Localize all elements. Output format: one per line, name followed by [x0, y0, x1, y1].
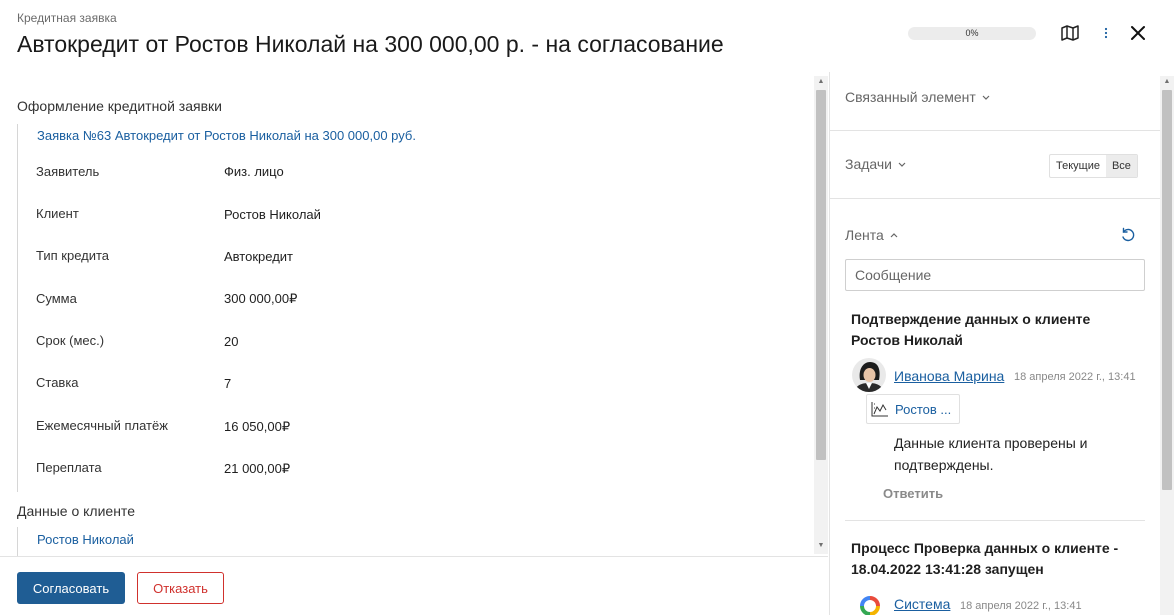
field-label: Тип кредита [36, 248, 110, 263]
feed-date: 18 апреля 2022 г., 13:41 [960, 600, 1082, 612]
feed-toggle[interactable]: Лента [845, 227, 898, 243]
divider [830, 130, 1160, 131]
author-link[interactable]: Система [894, 596, 950, 612]
page-title: Автокредит от Ростов Николай на 300 000,… [17, 31, 724, 57]
field-label: Переплата [36, 460, 102, 475]
map-icon[interactable] [1059, 22, 1081, 44]
credit-group: Заявка №63 Автокредит от Ростов Николай … [17, 124, 416, 492]
chevron-down-icon [898, 162, 906, 167]
tasks-toggle[interactable]: Задачи [845, 156, 906, 172]
monthly-payment-value: 16 050,00₽ [224, 419, 291, 434]
tasks-filter: Текущие Все [1049, 154, 1138, 178]
client-link[interactable]: Ростов Николай [224, 207, 321, 222]
progress-bar: 0% [908, 27, 1036, 40]
request-link[interactable]: Заявка №63 Автокредит от Ростов Николай … [37, 128, 416, 143]
client-data-link[interactable]: Ростов Николай [37, 532, 134, 547]
author-link[interactable]: Иванова Марина [894, 368, 1004, 384]
side-panel-scrollbar[interactable]: ▲ [1160, 76, 1174, 615]
attachment-label: Ростов ... [895, 401, 952, 417]
chevron-down-icon [982, 95, 990, 100]
applicant-value: Физ. лицо [224, 164, 284, 179]
linked-element-label: Связанный элемент [845, 89, 976, 105]
scroll-down-icon[interactable]: ▼ [814, 540, 828, 552]
feed-message-text: Данные клиента проверены и подтверждены. [894, 435, 1088, 473]
overpayment-value: 21 000,00₽ [224, 461, 291, 476]
feed-label: Лента [845, 227, 884, 243]
chevron-up-icon [890, 232, 898, 237]
approve-button[interactable]: Согласовать [17, 572, 125, 604]
rate-value: 7 [224, 376, 232, 391]
field-label: Сумма [36, 291, 77, 306]
field-label: Ставка [36, 375, 79, 390]
field-label: Клиент [36, 206, 79, 221]
more-vertical-icon[interactable] [1101, 22, 1111, 44]
progress-text: 0% [965, 28, 979, 38]
reject-button[interactable]: Отказать [137, 572, 224, 604]
field-label: Ежемесячный платёж [36, 418, 168, 433]
client-group: Ростов Николай [17, 527, 134, 556]
credit-type-link[interactable]: Автокредит [224, 249, 293, 264]
amount-value: 300 000,00₽ [224, 291, 298, 306]
divider [845, 520, 1145, 521]
close-icon[interactable] [1128, 22, 1148, 44]
reply-button[interactable]: Ответить [883, 486, 943, 501]
form-scrollbar[interactable]: ▲ ▼ [814, 76, 828, 554]
system-logo-icon [858, 594, 882, 615]
divider [830, 198, 1160, 199]
attachment-chip[interactable]: Ростов ... [866, 394, 960, 424]
avatar[interactable] [852, 358, 886, 392]
linked-element-toggle[interactable]: Связанный элемент [845, 89, 990, 105]
filter-all[interactable]: Все [1105, 155, 1137, 177]
scroll-thumb[interactable] [816, 90, 826, 460]
section-title-credit: Оформление кредитной заявки [17, 98, 222, 114]
breadcrumb[interactable]: Кредитная заявка [17, 11, 117, 25]
refresh-icon[interactable] [1120, 227, 1136, 248]
action-footer: Согласовать Отказать [0, 556, 828, 615]
page-header: Кредитная заявка Автокредит от Ростов Ни… [0, 0, 1174, 72]
feed-date: 18 апреля 2022 г., 13:41 [1014, 371, 1136, 383]
filter-current[interactable]: Текущие [1050, 155, 1106, 177]
feed-item-title: Процесс Проверка данных о клиенте - 18.0… [851, 540, 1119, 577]
side-panel: Связанный элемент Задачи Текущие Все Лен… [829, 72, 1160, 615]
message-input[interactable] [845, 259, 1145, 291]
tasks-label: Задачи [845, 156, 893, 172]
form-pane: Оформление кредитной заявки Заявка №63 А… [0, 72, 812, 556]
field-label: Срок (мес.) [36, 333, 105, 348]
term-value: 20 [224, 334, 239, 349]
scroll-up-icon[interactable]: ▲ [1160, 76, 1174, 88]
document-chart-icon [871, 402, 888, 417]
feed-item-title: Подтверждение данных о клиенте Ростов Ни… [851, 311, 1091, 348]
field-label: Заявитель [36, 164, 100, 179]
scroll-up-icon[interactable]: ▲ [814, 76, 828, 88]
scroll-thumb[interactable] [1162, 90, 1172, 490]
section-title-client: Данные о клиенте [17, 503, 135, 519]
